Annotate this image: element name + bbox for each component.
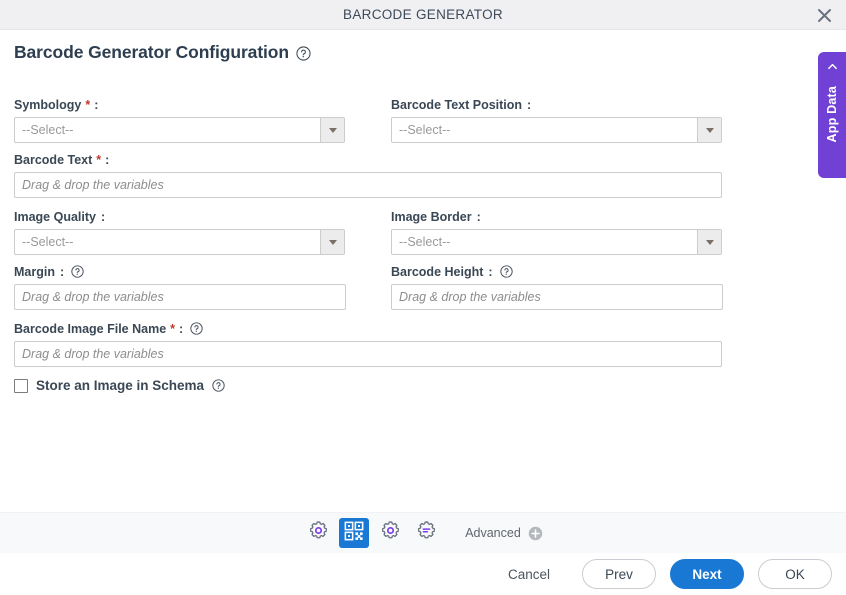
qr-code-icon [344, 521, 364, 546]
barcode-generator-dialog: BARCODE GENERATOR Barcode Generator Conf… [0, 0, 846, 595]
checkbox-store-an-image-in-schema[interactable] [14, 378, 28, 393]
select-barcode-text-position[interactable]: --Select-- [391, 117, 722, 143]
store-image-in-schema-row: Store an Image in Schema [14, 378, 227, 393]
step-toolbar: Advanced [0, 512, 846, 553]
gear-lines-icon [416, 520, 437, 546]
field-margin: Margin : [14, 264, 346, 310]
label-margin: Margin : [14, 264, 346, 280]
field-image-border: Image Border : --Select-- [391, 209, 722, 255]
select-symbology-value: --Select-- [22, 123, 74, 137]
gear-icon [308, 520, 329, 546]
chevron-left-icon [827, 61, 838, 72]
help-circle-icon[interactable] [71, 264, 86, 280]
app-data-panel-toggle[interactable]: App Data [818, 52, 846, 178]
label-image-border: Image Border : [391, 210, 481, 224]
field-barcode-text-position: Barcode Text Position : --Select-- [391, 97, 722, 143]
help-circle-icon[interactable] [499, 264, 515, 280]
select-image-quality-value: --Select-- [22, 235, 74, 249]
help-circle-icon[interactable] [190, 321, 205, 337]
field-symbology: Symbology * : --Select-- [14, 97, 345, 143]
plus-circle-icon[interactable] [528, 526, 543, 541]
field-barcode-height: Barcode Height : [391, 264, 723, 310]
select-image-border[interactable]: --Select-- [391, 229, 722, 255]
label-image-quality: Image Quality : [14, 210, 106, 224]
select-symbology[interactable]: --Select-- [14, 117, 345, 143]
input-barcode-text[interactable] [14, 172, 722, 198]
gear-icon [380, 520, 401, 546]
app-data-label: App Data [825, 86, 839, 143]
input-barcode-image-file-name[interactable] [14, 341, 722, 367]
chevron-down-icon[interactable] [320, 118, 344, 142]
label-barcode-height: Barcode Height : [391, 264, 723, 280]
ok-button[interactable]: OK [758, 559, 832, 589]
required-asterisk: * [170, 322, 176, 336]
checkbox-label: Store an Image in Schema [36, 378, 205, 393]
chevron-down-icon[interactable] [697, 230, 721, 254]
configuration-form: Symbology * : --Select-- Barcode Text Po… [0, 0, 846, 512]
preferences-button[interactable] [411, 518, 441, 548]
input-barcode-height[interactable] [391, 284, 723, 310]
select-image-border-value: --Select-- [399, 235, 451, 249]
select-image-quality[interactable]: --Select-- [14, 229, 345, 255]
chevron-down-icon[interactable] [320, 230, 344, 254]
dialog-footer: Cancel Prev Next OK [0, 553, 846, 595]
field-barcode-text: Barcode Text * : [14, 152, 722, 198]
select-barcode-text-position-value: --Select-- [399, 123, 451, 137]
label-symbology: Symbology * : [14, 98, 99, 112]
cancel-button[interactable]: Cancel [490, 559, 568, 589]
label-barcode-image-file-name: Barcode Image File Name * : [14, 321, 722, 337]
next-button[interactable]: Next [670, 559, 744, 589]
chevron-down-icon[interactable] [697, 118, 721, 142]
advanced-toggle[interactable]: Advanced [465, 526, 543, 541]
field-image-quality: Image Quality : --Select-- [14, 209, 345, 255]
general-settings-button[interactable] [303, 518, 333, 548]
input-margin[interactable] [14, 284, 346, 310]
prev-button[interactable]: Prev [582, 559, 656, 589]
required-asterisk: * [85, 98, 91, 112]
help-circle-icon[interactable] [212, 379, 227, 394]
required-asterisk: * [96, 153, 102, 167]
advanced-settings-button[interactable] [375, 518, 405, 548]
label-barcode-text: Barcode Text * : [14, 153, 110, 167]
advanced-label: Advanced [465, 526, 521, 540]
field-barcode-image-file-name: Barcode Image File Name * : [14, 321, 722, 367]
label-barcode-text-position: Barcode Text Position : [391, 98, 532, 112]
barcode-settings-button[interactable] [339, 518, 370, 548]
